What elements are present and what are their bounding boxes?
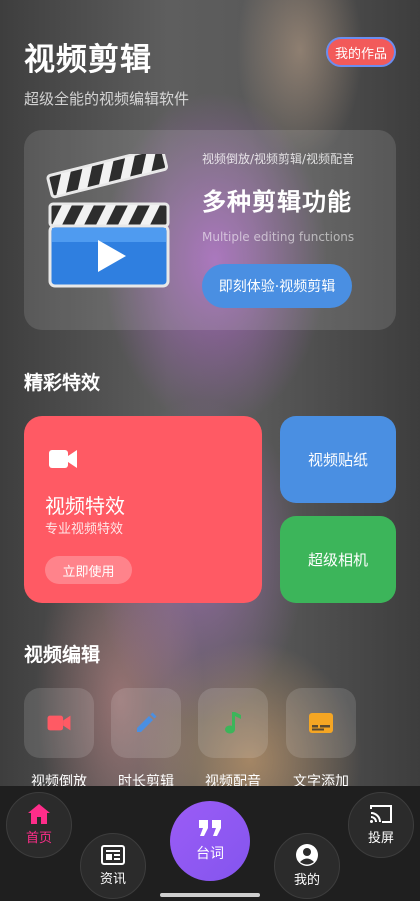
nav-mine[interactable]: 我的 — [274, 833, 340, 899]
hero-headline: 多种剪辑功能 — [202, 188, 352, 216]
nav-lines-label: 台词 — [196, 846, 224, 862]
video-camera-icon — [47, 715, 71, 731]
tool-duration-trim[interactable]: 时长剪辑 — [111, 688, 181, 791]
nav-lines[interactable]: 台词 — [170, 801, 250, 881]
quote-icon — [199, 820, 221, 836]
page-title: 视频剪辑 — [24, 42, 152, 78]
nav-cast[interactable]: 投屏 — [348, 792, 414, 858]
nav-news-label: 资讯 — [99, 872, 126, 887]
tool-add-text[interactable]: 文字添加 — [286, 688, 356, 791]
cast-icon — [370, 805, 392, 823]
music-note-icon — [225, 712, 241, 734]
hero-english-subtitle: Multiple editing functions — [202, 230, 355, 244]
clapperboard-icon — [46, 154, 170, 288]
tool-duration-trim-box — [111, 688, 181, 758]
nav-home-label: 首页 — [25, 831, 52, 846]
account-icon — [296, 844, 318, 866]
pencil-icon — [137, 712, 157, 732]
effects-section-title: 精彩特效 — [24, 372, 101, 394]
try-editing-button[interactable]: 即刻体验·视频剪辑 — [202, 264, 352, 308]
nav-home[interactable]: 首页 — [6, 792, 72, 858]
hero-tags: 视频倒放/视频剪辑/视频配音 — [202, 152, 355, 166]
super-camera-card[interactable]: 超级相机 — [280, 516, 396, 603]
tool-video-dubbing[interactable]: 视频配音 — [198, 688, 268, 791]
nav-cast-label: 投屏 — [367, 831, 394, 846]
editing-section-title: 视频编辑 — [24, 644, 101, 666]
video-stickers-card[interactable]: 视频贴纸 — [280, 416, 396, 503]
nav-mine-label: 我的 — [293, 873, 320, 888]
tool-video-reverse-box — [24, 688, 94, 758]
home-indicator[interactable] — [160, 893, 260, 897]
use-now-button[interactable]: 立即使用 — [45, 556, 132, 584]
tool-video-dubbing-box — [198, 688, 268, 758]
nav-news[interactable]: 资讯 — [80, 833, 146, 899]
home-icon — [28, 804, 50, 824]
newspaper-icon — [101, 845, 125, 865]
video-effects-title: 视频特效 — [45, 494, 125, 518]
subtitles-icon — [309, 713, 333, 733]
my-works-button[interactable]: 我的作品 — [326, 37, 396, 67]
video-camera-icon — [49, 450, 77, 468]
video-effects-card[interactable]: 视频特效 专业视频特效 立即使用 — [24, 416, 262, 603]
tool-video-reverse[interactable]: 视频倒放 — [24, 688, 94, 791]
hero-banner: 视频倒放/视频剪辑/视频配音 多种剪辑功能 Multiple editing f… — [24, 130, 396, 330]
video-effects-desc: 专业视频特效 — [45, 522, 124, 537]
page-subtitle: 超级全能的视频编辑软件 — [24, 90, 190, 108]
tool-add-text-box — [286, 688, 356, 758]
